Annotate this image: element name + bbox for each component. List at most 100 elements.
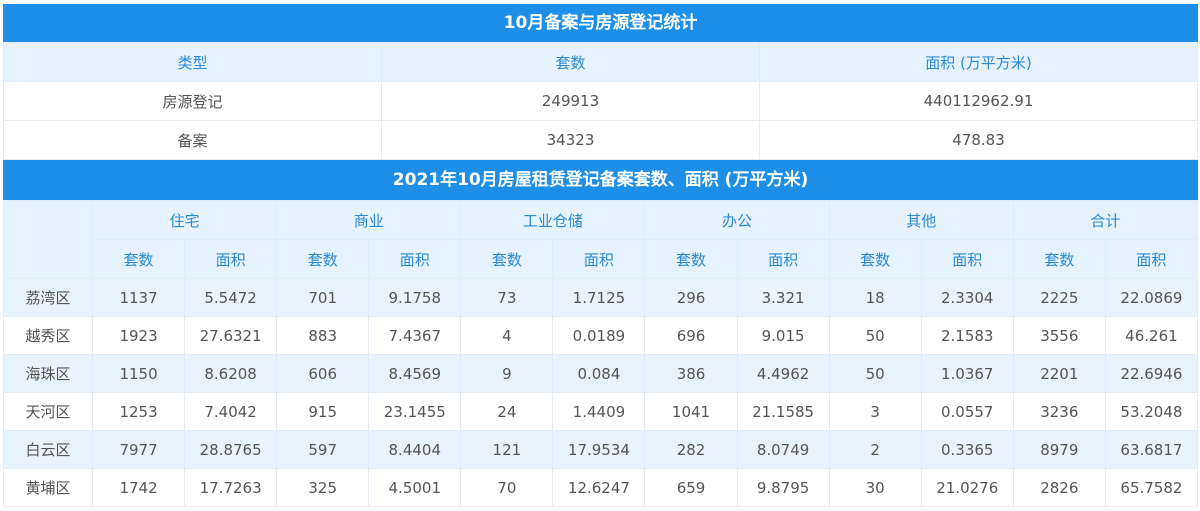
table-row: 荔湾区 1137 5.5472 701 9.1758 73 1.7125 296 3.321 18… (3, 278, 1199, 317)
district-name: 黄埔区 (3, 468, 93, 507)
cell-count: 30 (828, 468, 922, 507)
cell-area: 9.015 (736, 316, 830, 355)
cell-area: 27.6321 (184, 316, 278, 355)
cell-area: 7.4367 (368, 316, 462, 355)
header-area: 面积 (736, 239, 830, 279)
district-name: 荔湾区 (3, 278, 93, 317)
cell-area: 23.1455 (368, 392, 462, 431)
cell-area: 0.0189 (552, 316, 646, 355)
cell-area: 63.6817 (1104, 430, 1199, 469)
cell-area: 4.5001 (368, 468, 462, 507)
cell-area: 46.261 (1104, 316, 1199, 355)
cell-count: 50 (828, 354, 922, 393)
header-area: 面积 (552, 239, 646, 279)
header-count: 套数 (828, 239, 922, 279)
cell-count: 121 (460, 430, 554, 469)
table2-title: 2021年10月房屋租赁登记备案套数、面积 (万平方米) (3, 160, 1198, 200)
table-row: 房源登记 249913 440112962.91 (3, 81, 1198, 121)
group-header: 合计 (1012, 200, 1199, 240)
cell-count: 1137 (91, 278, 186, 317)
table-row: 黄埔区 1742 17.7263 325 4.5001 70 12.6247 659 9.879… (3, 468, 1199, 507)
table1-title: 10月备案与房源登记统计 (3, 4, 1198, 42)
rental-registration-table: 住宅 商业 工业仓储 办公 其他 合计 套数 面积 套数 面积 套数 面积 套数 面积 套数 面积 套数 面积 … (3, 200, 1199, 507)
cell-area: 0.084 (552, 354, 646, 393)
cell-count: 1041 (644, 392, 738, 431)
district-name: 越秀区 (3, 316, 93, 355)
registration-summary-table: 类型 套数 面积 (万平方米) 房源登记 249913 440112962.91… (3, 42, 1198, 160)
cell-area: 2.3304 (920, 278, 1014, 317)
table-row: 越秀区 1923 27.6321 883 7.4367 4 0.0189 696 9.015 50… (3, 316, 1199, 355)
header-type: 类型 (3, 42, 382, 82)
cell-count: 282 (644, 430, 738, 469)
cell-count: 3556 (1012, 316, 1106, 355)
cell-count: 1742 (91, 468, 186, 507)
cell-area: 440112962.91 (759, 81, 1198, 121)
cell-count: 3 (828, 392, 922, 431)
cell-count: 249913 (381, 81, 760, 121)
cell-count: 8979 (1012, 430, 1106, 469)
group-header-row: 住宅 商业 工业仓储 办公 其他 合计 (3, 200, 1199, 279)
cell-area: 1.0367 (920, 354, 1014, 393)
header-area: 面积 (920, 239, 1014, 279)
cell-area: 0.0557 (920, 392, 1014, 431)
table-row: 备案 34323 478.83 (3, 120, 1198, 160)
header-area: 面积 (184, 239, 278, 279)
cell-area: 8.4569 (368, 354, 462, 393)
table-row: 天河区 1253 7.4042 915 23.1455 24 1.4409 1041 21.15… (3, 392, 1199, 431)
cell-area: 22.0869 (1104, 278, 1199, 317)
table-header-row: 类型 套数 面积 (万平方米) (3, 42, 1198, 82)
cell-count: 915 (276, 392, 370, 431)
district-name: 白云区 (3, 430, 93, 469)
cell-count: 50 (828, 316, 922, 355)
cell-count: 1253 (91, 392, 186, 431)
header-area: 面积 (万平方米) (759, 42, 1198, 82)
header-area: 面积 (368, 239, 462, 279)
header-count: 套数 (460, 239, 554, 279)
group-header: 其他 (828, 200, 1014, 240)
group-header: 商业 (276, 200, 462, 240)
cell-count: 7977 (91, 430, 186, 469)
group-header: 工业仓储 (460, 200, 646, 240)
cell-area: 53.2048 (1104, 392, 1199, 431)
cell-area: 8.4404 (368, 430, 462, 469)
header-count: 套数 (1012, 239, 1106, 279)
cell-area: 12.6247 (552, 468, 646, 507)
group-header: 办公 (644, 200, 830, 240)
cell-area: 2.1583 (920, 316, 1014, 355)
cell-area: 17.7263 (184, 468, 278, 507)
cell-count: 597 (276, 430, 370, 469)
cell-area: 3.321 (736, 278, 830, 317)
cell-count: 1923 (91, 316, 186, 355)
district-name: 海珠区 (3, 354, 93, 393)
cell-count: 1150 (91, 354, 186, 393)
cell-count: 606 (276, 354, 370, 393)
cell-area: 4.4962 (736, 354, 830, 393)
cell-count: 34323 (381, 120, 760, 160)
cell-count: 18 (828, 278, 922, 317)
cell-count: 701 (276, 278, 370, 317)
cell-count: 4 (460, 316, 554, 355)
cell-area: 28.8765 (184, 430, 278, 469)
cell-count: 2 (828, 430, 922, 469)
cell-area: 65.7582 (1104, 468, 1199, 507)
cell-count: 73 (460, 278, 554, 317)
sub-header-row: 套数 面积 套数 面积 套数 面积 套数 面积 套数 面积 套数 面积 (4, 239, 1199, 279)
cell-count: 696 (644, 316, 738, 355)
cell-count: 296 (644, 278, 738, 317)
cell-area: 21.1585 (736, 392, 830, 431)
table-row: 海珠区 1150 8.6208 606 8.4569 9 0.084 386 4.4962 50 1… (3, 354, 1199, 393)
cell-area: 9.1758 (368, 278, 462, 317)
cell-area: 21.0276 (920, 468, 1014, 507)
cell-type: 备案 (3, 120, 382, 160)
statistics-panel: 10月备案与房源登记统计 类型 套数 面积 (万平方米) 房源登记 249913… (3, 4, 1199, 507)
header-count: 套数 (276, 239, 370, 279)
cell-count: 2225 (1012, 278, 1106, 317)
cell-count: 24 (460, 392, 554, 431)
cell-count: 386 (644, 354, 738, 393)
cell-area: 1.7125 (552, 278, 646, 317)
cell-count: 883 (276, 316, 370, 355)
header-count: 套数 (381, 42, 760, 82)
cell-type: 房源登记 (3, 81, 382, 121)
table-row: 白云区 7977 28.8765 597 8.4404 121 17.9534 282 8.07… (3, 430, 1199, 469)
cell-count: 325 (276, 468, 370, 507)
